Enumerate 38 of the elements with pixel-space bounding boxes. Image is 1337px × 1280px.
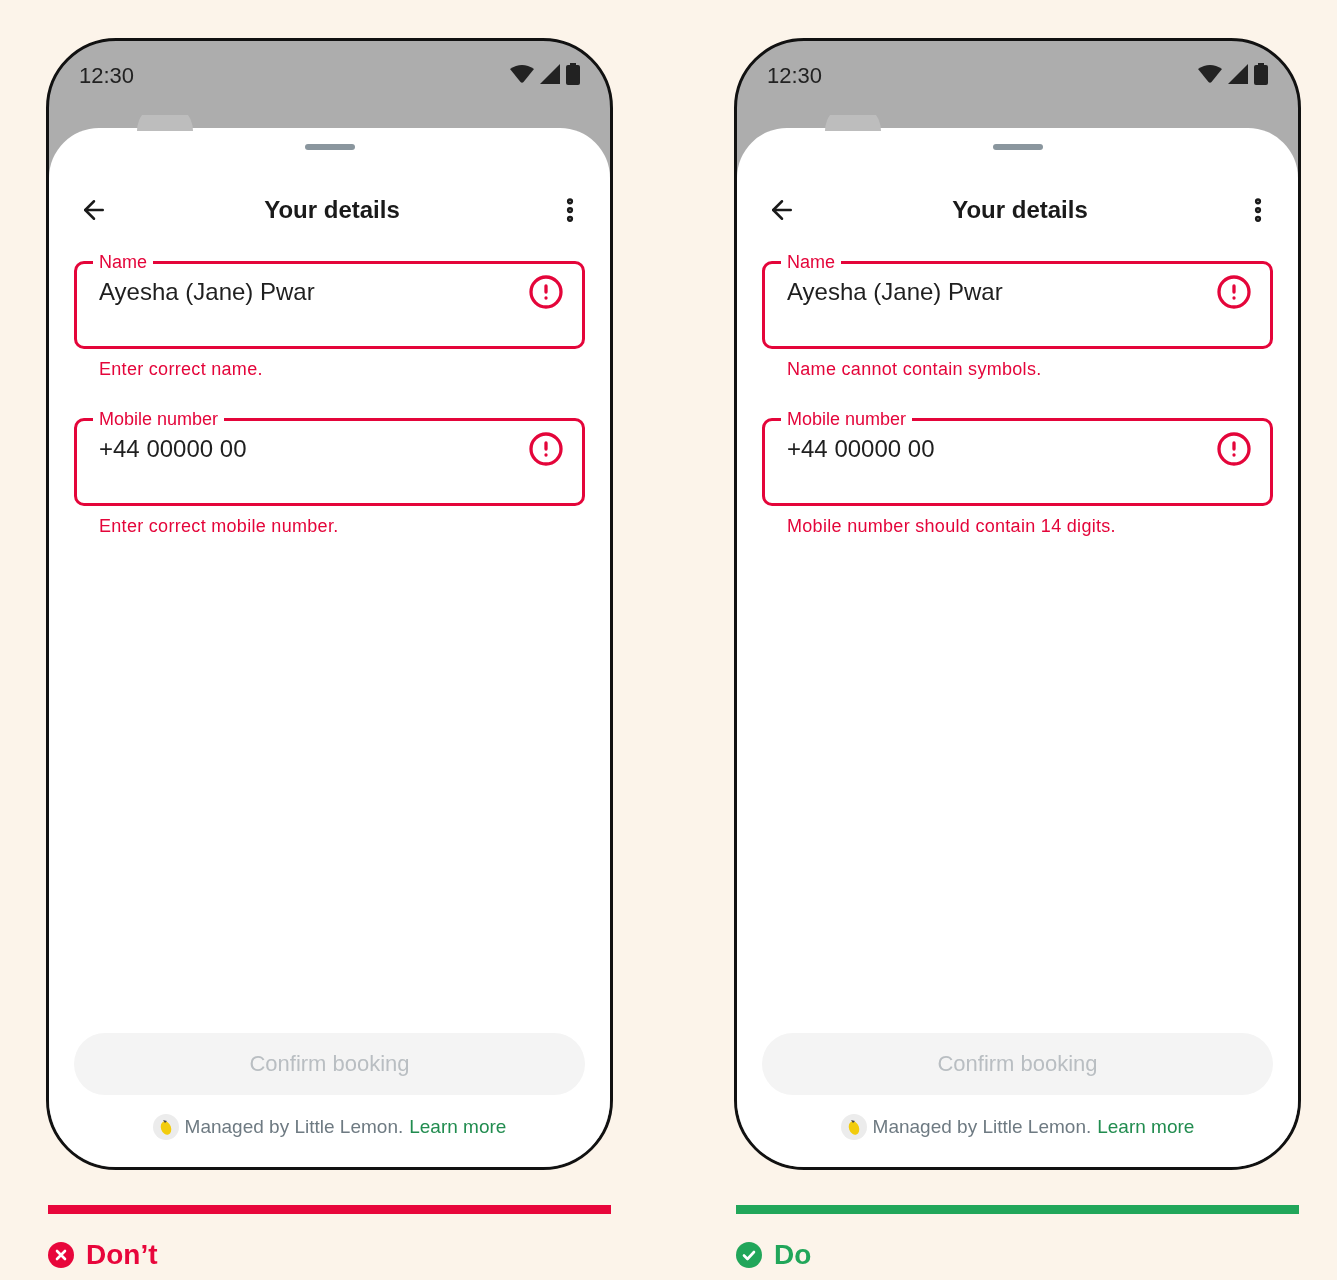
field-value: +44 00000 00 [99,434,248,464]
cross-icon [48,1242,74,1268]
error-message: Enter correct name. [98,358,264,381]
learn-more-link[interactable]: Learn more [409,1112,507,1141]
error-icon [528,431,564,467]
wifi-icon [1198,65,1222,83]
verdict-label: Do [774,1238,812,1272]
error-message: Mobile number should contain 14 digits. [786,515,1117,538]
status-time: 12:30 [767,62,824,90]
learn-more-link[interactable]: Learn more [1097,1112,1195,1141]
field-value: Ayesha (Jane) Pwar [99,277,316,307]
field-label: Mobile number [786,408,908,431]
error-message: Name cannot contain symbols. [786,358,1043,381]
signal-icon [1228,64,1248,84]
drag-handle[interactable] [992,144,1043,150]
error-icon [1216,274,1252,310]
drag-handle[interactable] [304,144,355,150]
field-label: Mobile number [98,408,220,431]
battery-icon [1254,63,1268,85]
field-label: Name [786,251,836,274]
footer-text: Managed by Little Lemon. [184,1114,404,1139]
footer-text: Managed by Little Lemon. [872,1114,1092,1139]
lemon-icon [152,1113,179,1140]
error-message: Enter correct mobile number. [98,515,340,538]
sheet-title: Your details [951,195,1089,225]
sheet-title: Your details [263,195,401,225]
wifi-icon [510,65,534,83]
lemon-icon [840,1113,867,1140]
signal-icon [540,64,560,84]
check-icon [736,1242,762,1268]
field-label: Name [98,251,148,274]
field-value: +44 00000 00 [787,434,936,464]
error-icon [528,274,564,310]
battery-icon [566,63,580,85]
field-value: Ayesha (Jane) Pwar [787,277,1004,307]
verdict-label: Don’t [86,1238,158,1272]
error-icon [1216,431,1252,467]
status-time: 12:30 [79,62,136,90]
